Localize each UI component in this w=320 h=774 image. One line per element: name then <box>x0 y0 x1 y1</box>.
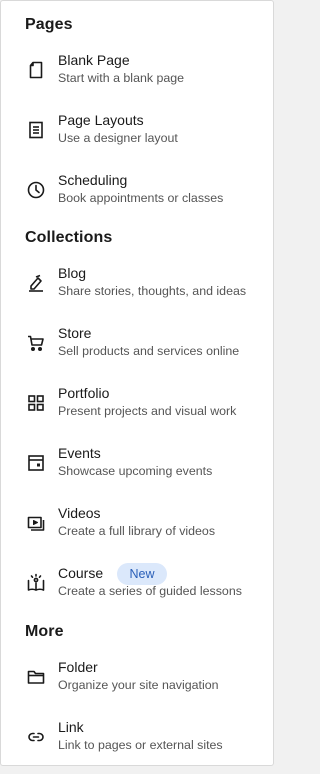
link-icon <box>25 726 47 748</box>
menu-item-label: Blog <box>58 265 87 281</box>
menu-item-label: Events <box>58 445 101 461</box>
menu-item-label: Blank Page <box>58 52 130 68</box>
menu-item-description: Book appointments or classes <box>58 191 224 205</box>
menu-item-course[interactable]: Course New Create a series of guided les… <box>1 563 273 620</box>
menu-item-label: Videos <box>58 505 101 521</box>
menu-item-label: Folder <box>58 659 98 675</box>
grid-icon <box>25 392 47 414</box>
menu-item-events[interactable]: Events Showcase upcoming events <box>1 444 273 500</box>
video-icon <box>25 512 47 534</box>
menu-item-blank-page[interactable]: Blank Page Start with a blank page <box>1 51 273 107</box>
menu-item-label: Portfolio <box>58 385 110 401</box>
folder-icon <box>25 666 47 688</box>
section-title-collections: Collections <box>25 229 113 246</box>
new-badge: New <box>117 563 167 585</box>
clock-icon <box>25 179 47 201</box>
menu-item-description: Create a series of guided lessons <box>58 584 242 598</box>
menu-item-label: Link <box>58 719 84 735</box>
menu-item-blog[interactable]: Blog Share stories, thoughts, and ideas <box>1 264 273 320</box>
section-title-more: More <box>25 623 64 640</box>
menu-item-description: Showcase upcoming events <box>58 464 213 478</box>
menu-item-scheduling[interactable]: Scheduling Book appointments or classes <box>1 171 273 227</box>
menu-item-description: Start with a blank page <box>58 71 185 85</box>
menu-item-label: Course <box>58 565 104 581</box>
menu-item-label: Page Layouts <box>58 112 144 128</box>
menu-item-page-layouts[interactable]: Page Layouts Use a designer layout <box>1 111 273 167</box>
menu-item-store[interactable]: Store Sell products and services online <box>1 324 273 380</box>
blank-page-icon <box>25 59 47 81</box>
menu-item-description: Share stories, thoughts, and ideas <box>58 284 247 298</box>
section-title-pages: Pages <box>25 16 73 33</box>
cart-icon <box>25 332 47 354</box>
menu-item-folder[interactable]: Folder Organize your site navigation <box>1 658 273 714</box>
menu-item-description: Present projects and visual work <box>58 404 237 418</box>
menu-item-description: Organize your site navigation <box>58 678 219 692</box>
menu-item-description: Link to pages or external sites <box>58 738 223 752</box>
book-icon <box>25 572 47 594</box>
add-page-panel: Pages Blank Page Start with a blank page… <box>0 0 274 766</box>
calendar-icon <box>25 452 47 474</box>
menu-item-portfolio[interactable]: Portfolio Present projects and visual wo… <box>1 384 273 440</box>
menu-item-label: Scheduling <box>58 172 128 188</box>
menu-item-description: Use a designer layout <box>58 131 178 145</box>
menu-item-label: Store <box>58 325 92 341</box>
menu-item-videos[interactable]: Videos Create a full library of videos <box>1 504 273 560</box>
layout-icon <box>25 119 47 141</box>
menu-item-description: Sell products and services online <box>58 344 240 358</box>
pen-icon <box>25 272 47 294</box>
menu-item-description: Create a full library of videos <box>58 524 216 538</box>
